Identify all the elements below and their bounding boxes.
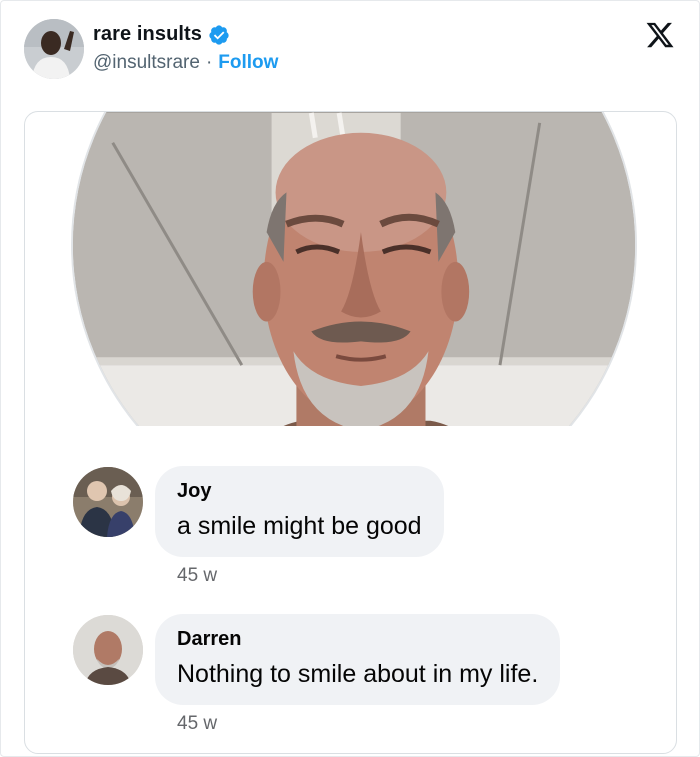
author-display-name[interactable]: rare insults [93,23,202,46]
commenter-name[interactable]: Darren [177,628,538,651]
author-avatar[interactable] [24,19,84,79]
author-handle[interactable]: @insultsrare [93,52,200,74]
commenter-avatar[interactable] [73,615,143,685]
comment-timestamp[interactable]: 45 w [177,713,217,735]
comment-bubble[interactable]: Darren Nothing to smile about in my life… [155,614,561,705]
follow-button[interactable]: Follow [218,52,278,74]
comment-text: a smile might be good [177,512,422,540]
x-logo-icon[interactable] [645,20,675,50]
commenter-avatar[interactable] [73,467,143,537]
commenter-name[interactable]: Joy [177,480,422,503]
comment-timestamp[interactable]: 45 w [177,565,217,587]
tweet-card: rare insults @insultsrare · Follow Joy a… [0,0,700,757]
comment-text: Nothing to smile about in my life. [177,660,539,688]
comment-bubble[interactable]: Joy a smile might be good [155,466,444,557]
verified-badge-icon [208,24,230,46]
profile-photo [71,112,637,426]
attached-image[interactable]: Joy a smile might be good 45 w Darren No… [24,111,677,754]
handle-separator: · [205,52,213,73]
profile-photo-region [25,112,676,426]
